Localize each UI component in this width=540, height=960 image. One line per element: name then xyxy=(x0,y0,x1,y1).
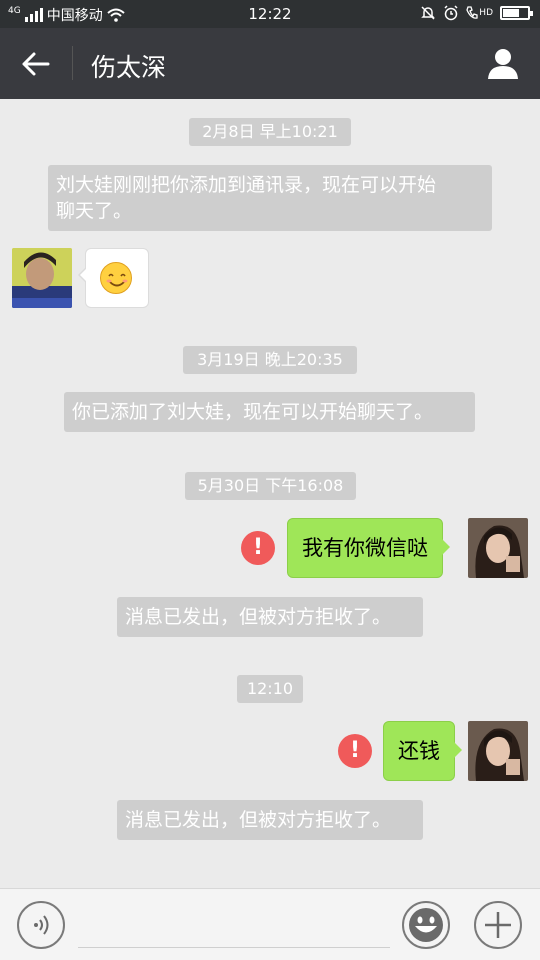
emoji-icon[interactable] xyxy=(402,901,450,949)
contact-avatar[interactable] xyxy=(12,248,72,308)
plus-icon[interactable] xyxy=(474,901,522,949)
send-failed-icon[interactable]: ! xyxy=(338,734,372,768)
system-message: 你已添加了刘大娃，现在可以开始聊天了。 xyxy=(64,392,475,432)
input-underline xyxy=(78,947,390,948)
person-icon[interactable] xyxy=(486,46,520,80)
hd-call-icon: HD xyxy=(466,6,493,20)
system-message: 消息已发出，但被对方拒收了。 xyxy=(117,597,423,637)
timestamp-chip: 2月8日 早上10:21 xyxy=(189,118,351,146)
hd-label: HD xyxy=(479,8,493,18)
system-message: 刘大娃刚刚把你添加到通讯录，现在可以开始 聊天了。 xyxy=(48,165,492,231)
battery-icon xyxy=(500,6,533,20)
system-message: 消息已发出，但被对方拒收了。 xyxy=(117,800,423,840)
my-avatar[interactable] xyxy=(468,518,528,578)
smile-emoji-icon xyxy=(100,262,132,294)
incoming-message-bubble[interactable] xyxy=(78,248,149,308)
system-message-line: 聊天了。 xyxy=(56,200,133,222)
send-failed-icon[interactable]: ! xyxy=(241,531,275,565)
status-bar: 4G 中国移动 12:22 HD xyxy=(0,0,540,28)
timestamp-chip: 5月30日 下午16:08 xyxy=(185,472,356,500)
my-avatar-image xyxy=(468,518,528,578)
system-message-line: 刘大娃刚刚把你添加到通讯录，现在可以开始 xyxy=(56,174,437,196)
alarm-icon xyxy=(444,5,458,21)
timestamp-chip: 12:10 xyxy=(237,675,303,703)
chat-header: 伤太深 xyxy=(0,28,540,99)
header-divider xyxy=(72,46,73,80)
my-avatar-image xyxy=(468,721,528,781)
chat-title: 伤太深 xyxy=(91,53,167,82)
mute-bell-icon xyxy=(421,6,436,20)
voice-icon[interactable] xyxy=(17,901,65,949)
my-avatar[interactable] xyxy=(468,721,528,781)
status-right: HD xyxy=(420,5,533,21)
message-input[interactable] xyxy=(78,901,390,945)
outgoing-message-bubble[interactable]: 我有你微信哒 xyxy=(287,518,450,578)
timestamp-chip: 3月19日 晚上20:35 xyxy=(183,346,357,374)
outgoing-message-bubble[interactable]: 还钱 xyxy=(383,721,462,781)
contact-avatar-image xyxy=(12,248,72,308)
back-arrow-icon[interactable] xyxy=(20,48,52,80)
input-bar xyxy=(0,888,540,960)
